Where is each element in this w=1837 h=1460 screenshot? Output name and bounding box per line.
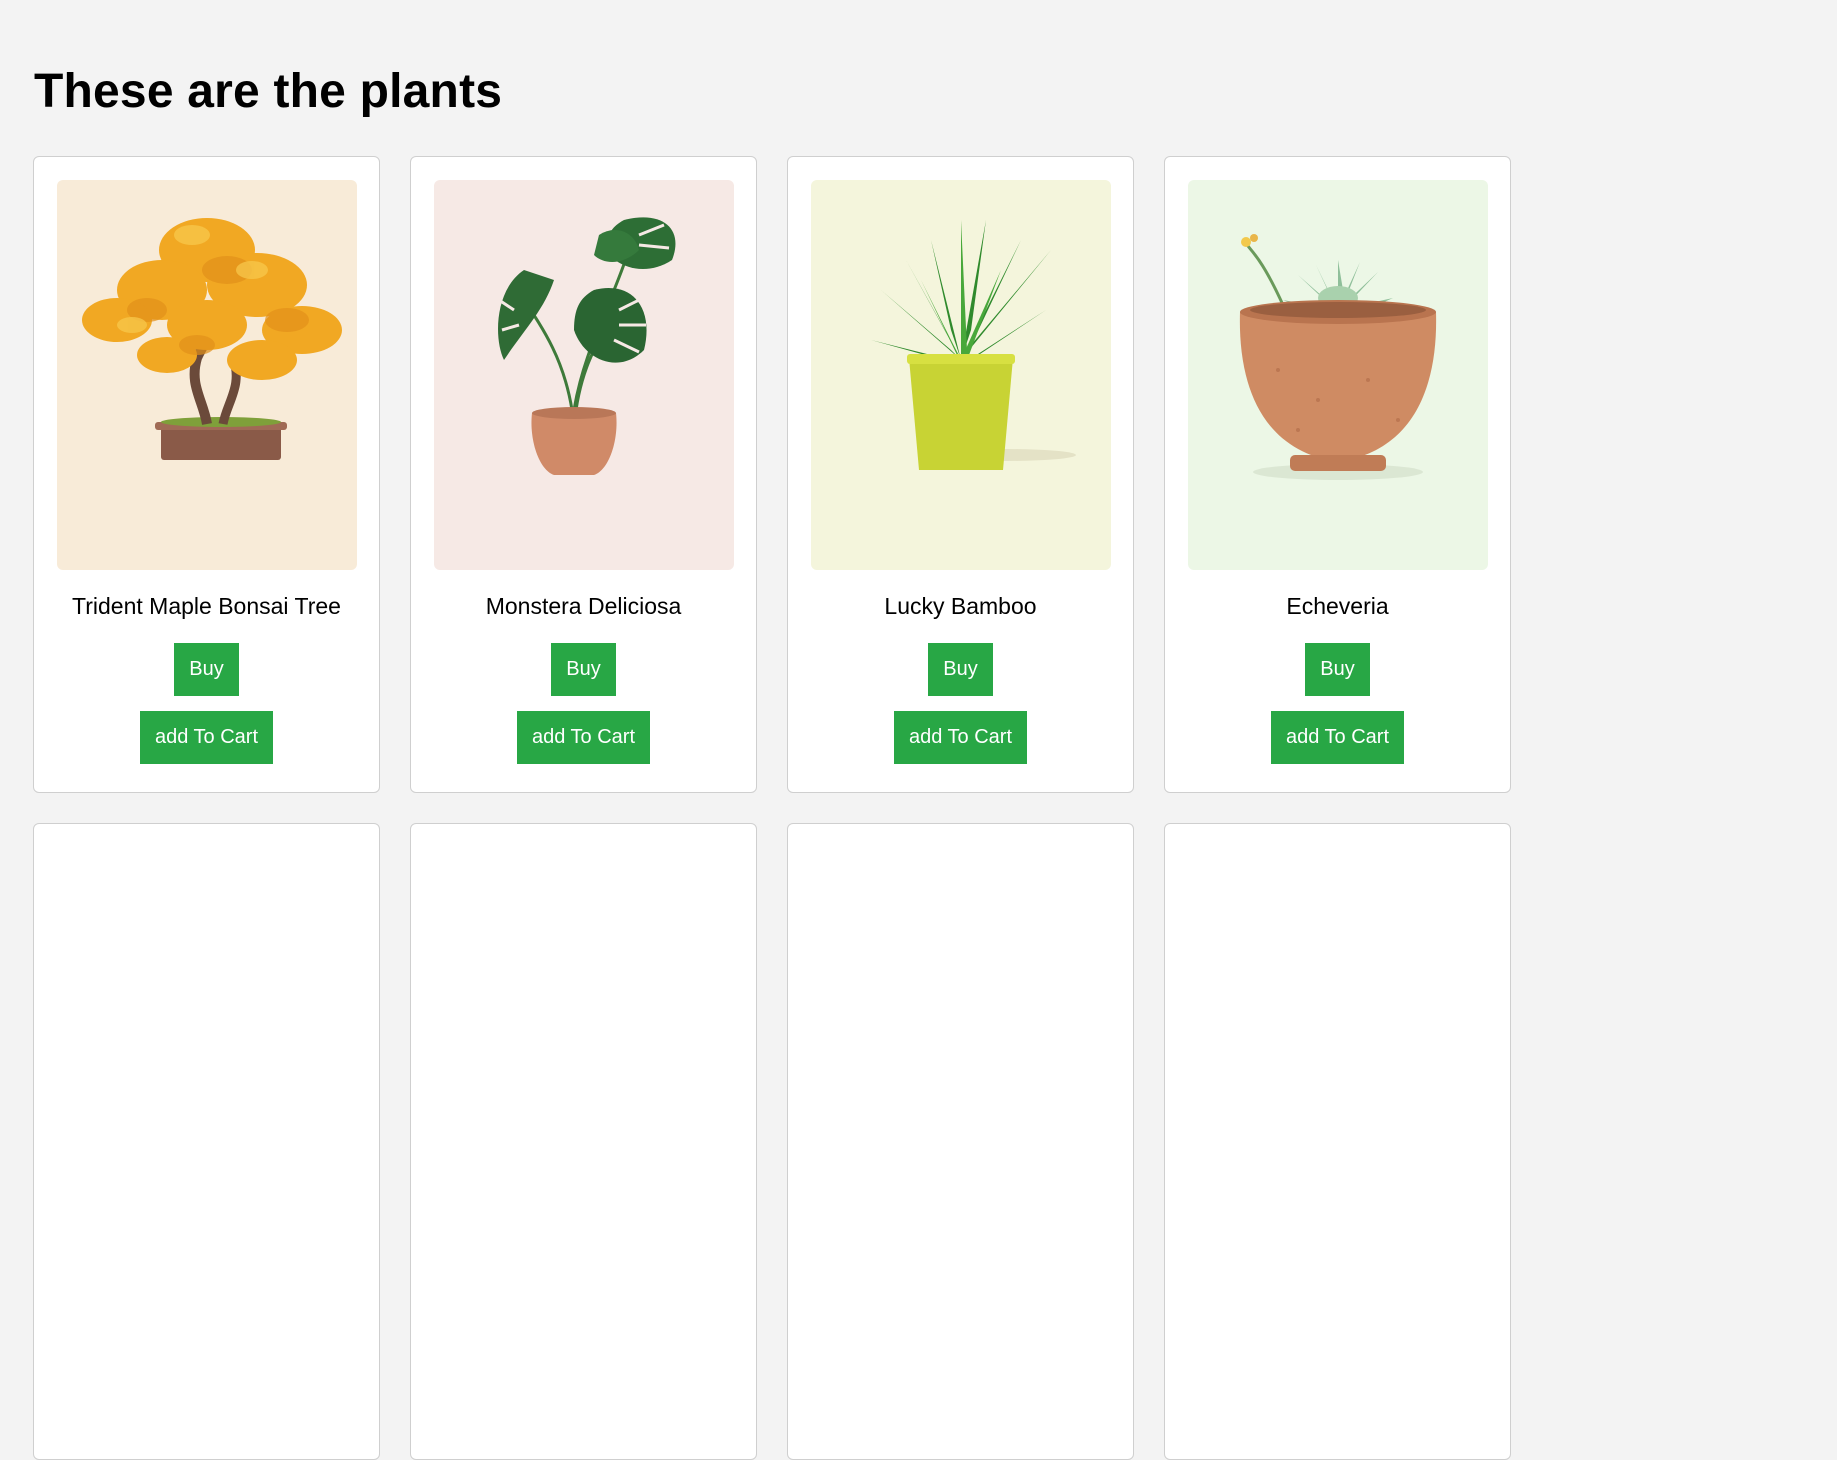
product-card [787,823,1134,1460]
product-card [33,823,380,1460]
buy-button[interactable]: Buy [551,643,616,696]
page-title: These are the plants [34,65,503,118]
product-name: Trident Maple Bonsai Tree [72,593,341,619]
product-card [410,823,757,1460]
monstera-plant-image [433,180,734,570]
add-to-cart-button[interactable]: add To Cart [1270,711,1405,764]
product-card: Trident Maple Bonsai Tree Buy add To Car… [33,156,380,793]
product-name: Lucky Bamboo [884,593,1037,619]
product-card: Echeveria Buy add To Cart [1164,156,1511,793]
add-to-cart-button[interactable]: add To Cart [139,711,274,764]
buy-button[interactable]: Buy [928,643,993,696]
echeveria-succulent-image [1187,180,1488,570]
product-card [1164,823,1511,1460]
lucky-bamboo-image [810,180,1111,570]
buy-button[interactable]: Buy [1305,643,1370,696]
product-card: Lucky Bamboo Buy add To Cart [787,156,1134,793]
add-to-cart-button[interactable]: add To Cart [516,711,651,764]
product-card: Monstera Deliciosa Buy add To Cart [410,156,757,793]
bonsai-tree-image [56,180,357,570]
add-to-cart-button[interactable]: add To Cart [893,711,1028,764]
product-name: Echeveria [1286,593,1389,619]
product-name: Monstera Deliciosa [485,593,682,619]
product-grid: Trident Maple Bonsai Tree Buy add To Car… [33,156,1511,1460]
buy-button[interactable]: Buy [174,643,239,696]
